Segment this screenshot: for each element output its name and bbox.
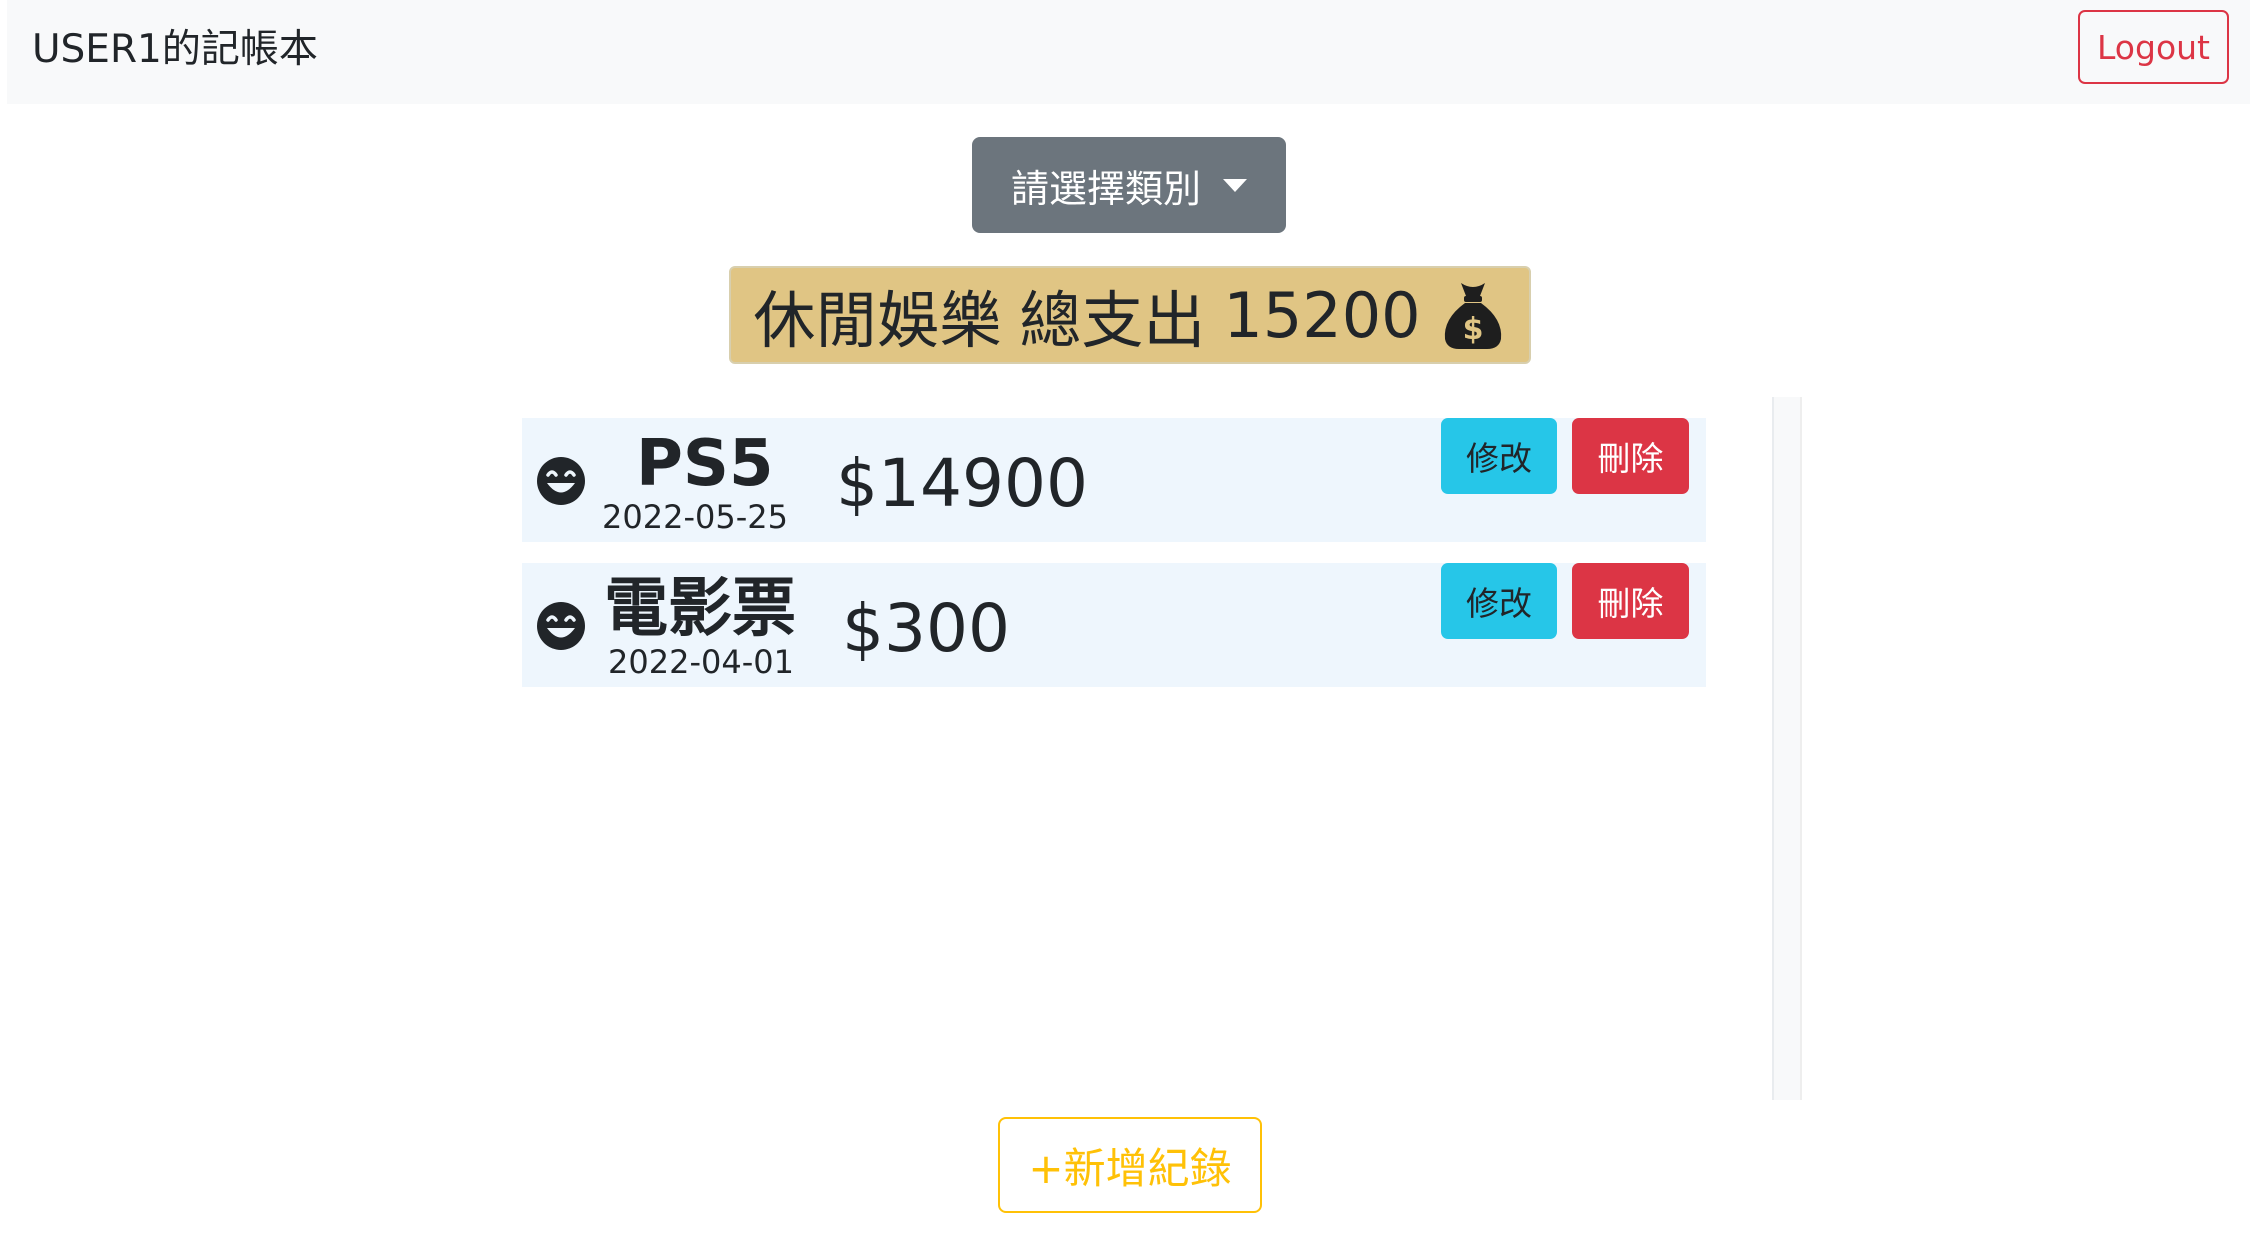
navbar: USER1的記帳本 Logout [7,0,2250,104]
svg-text:$: $ [1462,312,1483,347]
category-dropdown-label: 請選擇類別 [1010,166,1201,211]
logout-button[interactable]: Logout [2078,10,2229,84]
record-item: PS5 2022-05-25 $14900 修改 刪除 [522,418,1706,542]
record-item: 電影票 2022-04-01 $300 修改 刪除 [522,563,1706,687]
record-price: $14900 [836,445,1088,522]
smile-icon [537,602,585,650]
delete-button[interactable]: 刪除 [1572,563,1689,639]
summary-total-label: 總支出 [1019,284,1206,357]
record-date: 2022-04-01 [608,643,794,681]
record-name: PS5 [636,427,774,501]
edit-button[interactable]: 修改 [1441,418,1557,494]
money-bag-icon: $ [1444,283,1501,349]
summary-category: 休閒娛樂 [753,284,1002,357]
delete-button[interactable]: 刪除 [1572,418,1689,494]
edit-button[interactable]: 修改 [1441,563,1557,639]
records-scrollbar[interactable] [1772,397,1802,1100]
category-total-summary: 休閒娛樂 總支出 15200 $ [729,266,1531,364]
app-brand-title[interactable]: USER1的記帳本 [32,26,318,74]
smile-icon [537,457,585,505]
record-date: 2022-05-25 [602,498,788,536]
add-record-button[interactable]: +新增紀錄 [998,1117,1262,1213]
record-name: 電影票 [604,572,796,646]
caret-down-icon [1223,178,1247,192]
summary-total-value: 15200 [1223,278,1421,352]
record-price: $300 [842,590,1010,667]
category-dropdown[interactable]: 請選擇類別 [972,137,1286,233]
